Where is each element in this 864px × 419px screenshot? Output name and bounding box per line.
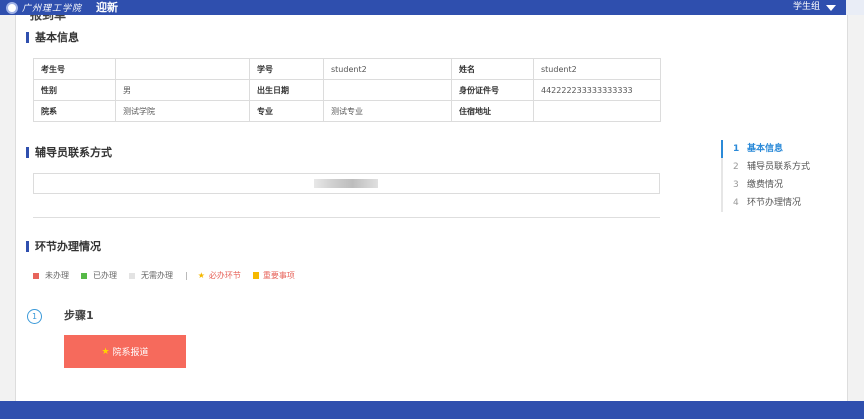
legend-not-required: 无需办理	[129, 270, 173, 281]
field-label: 考生号	[33, 58, 116, 80]
field-value: student2	[533, 58, 661, 80]
field-label: 出生日期	[249, 79, 324, 101]
document-icon	[252, 272, 259, 279]
legend-separator: |	[185, 271, 188, 280]
gray-square-icon	[129, 272, 135, 279]
nav-number: 2	[733, 162, 739, 172]
field-label: 姓名	[451, 58, 534, 80]
counselor-contact-redacted	[314, 179, 378, 188]
field-value	[533, 100, 661, 122]
department-report-button[interactable]: ★ 院系报道	[64, 335, 186, 368]
nav-item-payment[interactable]: 3 缴费情况	[723, 176, 841, 194]
nav-number: 1	[733, 144, 740, 154]
nav-label: 基本信息	[747, 144, 784, 154]
legend-done: 已办理	[81, 270, 117, 281]
section-nav: 1 基本信息 2 辅导员联系方式 3 缴费情况 4 环节办理情况	[721, 140, 841, 212]
table-row: 性别 男 出生日期 身份证件号 442222233333333333	[33, 79, 661, 101]
field-label: 住宿地址	[451, 100, 534, 122]
button-label: 院系报道	[112, 348, 149, 358]
legend-label: 重要事项	[262, 271, 295, 280]
step-title: 步骤1	[64, 309, 94, 322]
section-title-counselor: 辅导员联系方式	[26, 146, 112, 159]
legend-label: 无需办理	[141, 271, 173, 280]
field-label: 性别	[33, 79, 116, 101]
top-navbar: 广州理工学院 迎新 学生组	[0, 0, 864, 15]
nav-item-basic-info[interactable]: 1 基本信息	[721, 140, 841, 158]
menu-toggle-button[interactable]	[846, 0, 864, 15]
legend-label: 已办理	[93, 271, 117, 280]
legend-important: 重要事项	[252, 270, 295, 281]
red-square-icon	[33, 272, 39, 279]
nav-item-counselor[interactable]: 2 辅导员联系方式	[723, 158, 841, 176]
section-divider	[33, 217, 660, 218]
footer-bar	[0, 401, 864, 419]
section-title-basic-info: 基本信息	[26, 31, 79, 44]
caret-down-icon	[826, 4, 836, 11]
school-emblem-icon	[6, 1, 18, 14]
table-row: 考生号 学号 student2 姓名 student2	[33, 58, 661, 80]
field-label: 院系	[33, 100, 116, 122]
legend-label: 必办环节	[208, 271, 241, 280]
basic-info-table: 考生号 学号 student2 姓名 student2 性别 男 出生日期 身份…	[33, 58, 661, 122]
nav-label: 辅导员联系方式	[747, 162, 811, 172]
field-label: 专业	[249, 100, 324, 122]
field-label: 身份证件号	[451, 79, 534, 101]
nav-item-process[interactable]: 4 环节办理情况	[723, 194, 841, 212]
table-row: 院系 测试学院 专业 测试专业 住宿地址	[33, 100, 661, 122]
status-legend: 未办理 已办理 无需办理 | ★ 必办环节 重要事项	[33, 270, 307, 281]
field-value	[323, 79, 452, 101]
green-square-icon	[81, 272, 87, 279]
section-title-process: 环节办理情况	[26, 240, 101, 253]
field-value: 测试学院	[115, 100, 250, 122]
nav-label: 环节办理情况	[747, 198, 802, 208]
star-icon: ★	[101, 346, 110, 357]
field-value: student2	[323, 58, 452, 80]
registration-card: 报到单 基本信息 考生号 学号 student2 姓名 student2 性别 …	[15, 15, 848, 401]
field-label: 学号	[249, 58, 324, 80]
star-icon: ★	[197, 271, 205, 280]
nav-number: 4	[733, 198, 739, 208]
user-role-label: 学生组	[792, 2, 820, 12]
legend-required: ★ 必办环节	[198, 270, 241, 281]
counselor-contact-box	[33, 173, 660, 194]
field-value: 测试专业	[323, 100, 452, 122]
field-value: 男	[115, 79, 250, 101]
school-logo[interactable]: 广州理工学院	[6, 1, 82, 14]
field-value	[115, 58, 250, 80]
legend-not-done: 未办理	[33, 270, 69, 281]
step-number-badge: 1	[27, 309, 42, 324]
legend-label: 未办理	[45, 271, 69, 280]
page-title: 报到单	[30, 15, 67, 22]
nav-label: 缴费情况	[747, 180, 784, 190]
school-name: 广州理工学院	[22, 4, 83, 14]
nav-number: 3	[733, 180, 739, 190]
user-role-dropdown[interactable]: 学生组	[793, 0, 836, 15]
app-title: 迎新	[96, 1, 118, 14]
field-value: 442222233333333333	[533, 79, 661, 101]
